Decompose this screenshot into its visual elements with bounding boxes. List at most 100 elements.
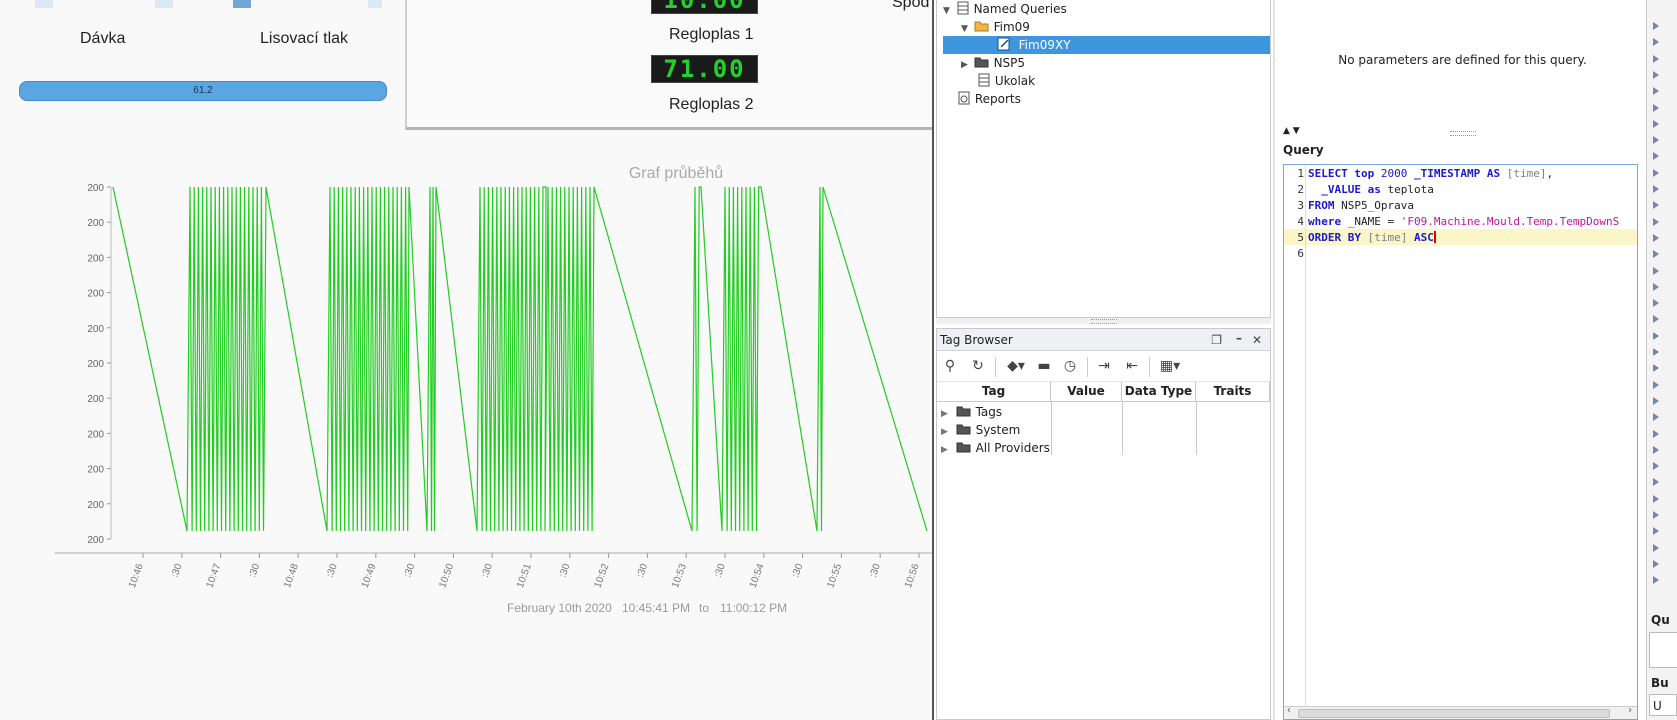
expand-arrow-icon[interactable] [1653,494,1659,503]
vertical-splitter[interactable] [936,318,1271,324]
regloplas-1-label: Regloplas 1 [669,26,754,43]
expand-arrow-icon[interactable] [1653,380,1659,389]
column-header-value[interactable]: Value [1051,382,1122,401]
tag-row-system[interactable]: ▶ System [941,421,1020,439]
expand-arrow-icon[interactable] [1653,527,1659,536]
tree-node-ukolak[interactable]: Ukolak [977,72,1035,90]
float-icon[interactable]: ❐ [1211,329,1222,351]
expand-arrow-icon[interactable] [1653,559,1659,568]
search-icon[interactable]: ⚲ [941,357,959,375]
scroll-right-icon[interactable]: › [1627,705,1633,716]
tree-node-fim09xy[interactable]: Fim09XY [943,36,1270,54]
export-icon[interactable]: ⇤ [1123,357,1141,375]
expand-arrow-icon[interactable] [1653,152,1659,161]
expand-arrow-icon[interactable] [1653,87,1659,96]
x-tick-label: 10:56 [903,562,922,590]
chevron-right-icon[interactable]: ▶ [941,427,948,437]
column-header-traits[interactable]: Traits [1196,382,1270,401]
expand-arrow-icon[interactable] [1653,119,1659,128]
expand-arrow-icon[interactable] [1653,185,1659,193]
history-icon[interactable]: ◷ [1061,357,1079,375]
x-tick-label: 10:54 [748,562,767,590]
import-icon[interactable]: ⇥ [1095,357,1113,375]
code-line-5: ORDER BY [time] ASC [1308,231,1436,244]
add-tag-icon[interactable]: ◆▾ [1003,357,1029,375]
y-tick-label: 200 [87,359,104,370]
splitter-grip-icon[interactable] [1091,319,1117,324]
expand-arrow-icon[interactable] [1653,478,1659,487]
horizontal-scrollbar[interactable]: ‹ › [1284,705,1637,719]
expand-arrow-icon[interactable] [1653,413,1659,422]
expand-arrow-icon[interactable] [1653,250,1659,259]
table-view-icon[interactable]: ▦▾ [1157,357,1183,375]
refresh-icon[interactable]: ↻ [969,357,987,375]
expand-arrow-icon[interactable] [1653,543,1659,552]
expand-arrow-icon[interactable] [1653,364,1659,373]
folder-icon [956,424,971,435]
code-line-2: _VALUE as teplota [1321,183,1434,196]
expand-arrow-icon[interactable] [1653,233,1659,242]
tree-node-fim09[interactable]: ▼ Fim09 [961,18,1030,36]
expand-arrow-icon[interactable] [1653,511,1659,519]
y-tick-label: 200 [87,218,104,229]
expand-arrow-icon[interactable] [1653,266,1659,275]
chevron-down-icon[interactable]: ▼ [943,6,950,16]
expand-arrow-icon[interactable] [1653,217,1659,226]
date-range-start: 10:45:41 PM [622,601,691,615]
sql-editor[interactable]: 1 2 3 4 5 6 SELECT top 2000 _TIMESTAMP A… [1283,164,1638,720]
chevron-right-icon[interactable]: ▶ [941,445,948,455]
close-icon[interactable]: ✕ [1252,329,1262,351]
splitter-grip-icon[interactable] [1450,131,1476,136]
bar-segment [233,0,251,8]
chevron-right-icon[interactable]: ▶ [941,409,948,419]
expand-arrow-icon[interactable] [1653,445,1659,454]
designer-panel: ▼ Named Queries ▼ Fim09 Fim09XY ▶ NSP5 U… [932,0,1677,720]
expand-arrow-icon[interactable] [1653,22,1659,30]
udt-icon[interactable]: ▬ [1035,357,1053,375]
expand-arrow-icon[interactable] [1653,38,1659,47]
tree-node-nsp5[interactable]: ▶ NSP5 [961,54,1025,72]
x-tick-label: :30 [170,562,185,579]
tag-row-all-providers[interactable]: ▶ All Providers [941,439,1050,457]
column-header-tag[interactable]: Tag [937,382,1051,401]
expand-arrow-icon[interactable] [1653,168,1659,177]
expand-arrow-icon[interactable] [1653,54,1659,63]
qu-field[interactable] [1649,632,1677,668]
chevron-down-icon[interactable]: ▼ [961,24,968,34]
y-tick-label: 200 [87,500,104,511]
expand-arrow-icon[interactable] [1653,299,1659,308]
expand-arrow-icon[interactable] [1653,348,1659,356]
time-series-chart[interactable]: Graf průběhů 200200200200200200200200200… [0,160,932,630]
expand-arrow-icon[interactable] [1653,331,1659,340]
expand-arrow-icon[interactable] [1653,396,1659,405]
expand-arrow-icon[interactable] [1653,576,1659,585]
tag-row-tags[interactable]: ▶ Tags [941,403,1002,421]
tree-node-reports[interactable]: Reports [957,90,1021,108]
expand-arrow-icon[interactable] [1653,429,1659,438]
collapse-arrows-icon[interactable]: ▲ ▼ [1283,126,1300,136]
progress-value: 61.2 [193,85,213,96]
project-tree[interactable]: ▼ Named Queries ▼ Fim09 Fim09XY ▶ NSP5 U… [936,0,1271,318]
column-header-data-type[interactable]: Data Type [1122,382,1196,401]
database-icon [978,73,990,87]
bu-field[interactable]: U [1649,694,1677,716]
query-edit-icon [997,37,1010,51]
expand-arrow-icon[interactable] [1653,136,1659,145]
expand-arrow-icon[interactable] [1653,315,1659,324]
line-number: 4 [1297,215,1304,228]
folder-icon [974,57,989,68]
expand-arrow-icon[interactable] [1653,462,1659,471]
expand-arrow-icon[interactable] [1653,70,1659,79]
expand-arrow-icon[interactable] [1653,103,1659,112]
chevron-right-icon[interactable]: ▶ [961,60,968,70]
y-tick-label: 200 [87,289,104,300]
expand-arrow-icon[interactable] [1653,282,1659,291]
date-range-end: 11:00:12 PM [720,601,788,615]
expand-arrow-icon[interactable] [1653,201,1659,210]
tree-node-named-queries[interactable]: ▼ Named Queries [943,0,1067,18]
scroll-left-icon[interactable]: ‹ [1286,705,1292,716]
y-tick-label: 200 [87,183,104,194]
y-axis: 200 200 200 200 200 200 200 200 200 200 200 [87,183,112,546]
minimize-icon[interactable]: – [1236,327,1242,349]
scrollbar-thumb[interactable] [1298,709,1610,718]
